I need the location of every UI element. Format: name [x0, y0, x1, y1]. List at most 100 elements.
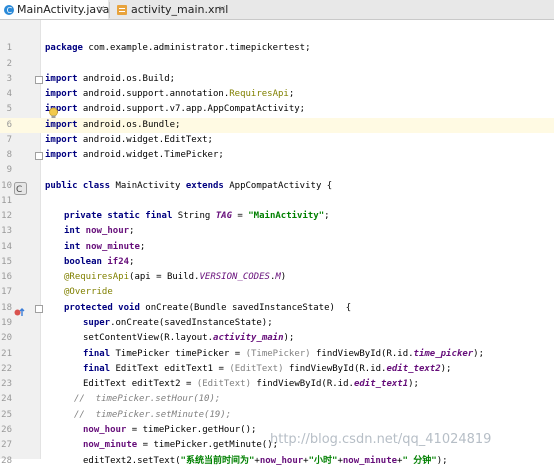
tab-label: activity_main.xml [131, 3, 229, 16]
close-tab-icon[interactable]: × [97, 0, 105, 19]
type-cast: (EditText) [229, 364, 284, 374]
code-line: 11 [0, 194, 554, 209]
line-number: 15 [1, 257, 12, 267]
annotation: @Override [64, 287, 113, 297]
code-text: String [172, 211, 216, 221]
line-number: 7 [6, 135, 12, 145]
fold-marker-icon[interactable] [35, 152, 43, 160]
tab-main-activity-java[interactable]: C MainActivity.java × [0, 0, 110, 19]
code-text: ); [473, 349, 484, 359]
code-line: 28 editText2.setText("系统当前时间为"+now_hour+… [0, 454, 554, 469]
line-number: 22 [1, 364, 12, 374]
code-text: findViewById(R.id. [283, 364, 387, 374]
line-number: 24 [1, 394, 12, 404]
fold-marker-icon[interactable] [35, 76, 43, 84]
code-text: ; [129, 226, 135, 236]
keyword: import [45, 74, 78, 84]
svg-text:C: C [7, 6, 13, 15]
line-number: 21 [1, 349, 12, 359]
code-text: EditText editText1 = [110, 364, 230, 374]
line-number: 23 [1, 379, 12, 389]
code-text: ; [139, 242, 146, 252]
keyword: package [45, 43, 83, 53]
constant-field: TAG [215, 211, 232, 221]
resource-id: edit_text1 [353, 379, 409, 389]
code-text: ); [283, 333, 295, 343]
code-text: .onCreate(savedInstanceState); [110, 318, 273, 328]
field-name: now_minute [80, 242, 140, 252]
keyword: private static final [64, 211, 173, 221]
code-text: ; [288, 89, 295, 99]
keyword: import [45, 135, 78, 145]
code-text: onCreate(Bundle savedInstanceState) { [139, 303, 352, 313]
field-name: now_hour [80, 226, 130, 236]
line-number: 11 [1, 196, 12, 206]
code-line: 21 final TimePicker timePicker = (TimePi… [0, 347, 554, 362]
code-line: 14 int now_minute; [0, 240, 554, 255]
code-text: ); [436, 456, 448, 466]
code-text: android.widget.EditText; [77, 135, 213, 145]
keyword: import [45, 120, 78, 130]
line-number: 17 [1, 287, 12, 297]
code-line: 15 boolean if24; [0, 255, 554, 270]
code-line: 20 setContentView(R.layout.activity_main… [0, 331, 554, 346]
code-text: = [232, 211, 249, 221]
line-number: 8 [6, 150, 12, 160]
tab-label: MainActivity.java [17, 3, 110, 16]
line-number: 12 [1, 211, 12, 221]
keyword: int [64, 242, 81, 252]
comment: // timePicker.setHour(10); [74, 394, 221, 404]
fold-marker-icon[interactable] [35, 305, 43, 313]
editor-tab-bar: C MainActivity.java × activity_main.xml … [0, 0, 554, 20]
code-text: com.example.administrator.timepickertest… [82, 43, 311, 53]
code-text: setContentView(R.layout. [83, 333, 214, 343]
code-line: 9 [0, 163, 554, 178]
line-number: 16 [1, 272, 12, 282]
code-text: android.support.annotation. [77, 89, 230, 99]
code-text: android.support.v7.app.AppCompatActivity… [77, 104, 306, 114]
close-tab-icon[interactable]: × [218, 0, 226, 19]
code-text: findViewById(R.id. [310, 349, 414, 359]
line-number: 5 [6, 104, 12, 114]
keyword: public class [45, 181, 111, 191]
code-text: = timePicker.getHour(); [126, 425, 257, 435]
code-text: findViewById(R.id. [250, 379, 354, 389]
java-class-icon: C [3, 3, 15, 15]
resource-id: edit_text2 [386, 364, 441, 374]
string-literal: " 分钟" [402, 456, 437, 466]
code-text: ) [280, 272, 287, 282]
line-number: 3 [6, 74, 12, 84]
field-name: now_hour [83, 425, 127, 435]
keyword: final [83, 364, 111, 374]
keyword: super [83, 318, 111, 328]
string-literal: "系统当前时间为" [180, 456, 255, 466]
code-line-current: 6 import android.os.Bundle; [0, 118, 554, 133]
comment: // timePicker.setMinute(19); [74, 410, 232, 420]
tab-separator [109, 2, 110, 18]
keyword: extends [185, 181, 224, 191]
line-number: 18 [1, 303, 12, 313]
tab-activity-main-xml[interactable]: activity_main.xml × [112, 0, 230, 19]
code-editor[interactable]: 1 package com.example.administrator.time… [0, 20, 554, 466]
code-line: 7 import android.widget.EditText; [0, 133, 554, 148]
line-number: 9 [6, 165, 12, 175]
line-number: 1 [6, 43, 12, 53]
code-line: 25 // timePicker.setMinute(19); [0, 408, 554, 423]
code-line: 3 import android.os.Build; [0, 72, 554, 87]
line-number: 20 [1, 333, 12, 343]
field-name: now_minute [342, 456, 398, 466]
line-number: 2 [6, 59, 12, 69]
line-number: 19 [1, 318, 12, 328]
static-field: VERSION_CODES [199, 272, 270, 282]
code-line: 13 int now_hour; [0, 224, 554, 239]
string-literal: "MainActivity" [248, 211, 325, 221]
line-number: 14 [1, 242, 12, 252]
code-line: 10 C public class MainActivity extends A… [0, 179, 554, 195]
type-cast: (TimePicker) [245, 349, 311, 359]
code-line: 23 EditText editText2 = (EditText) findV… [0, 377, 554, 392]
keyword: final [83, 349, 111, 359]
code-text: ); [408, 379, 419, 389]
line-number: 4 [6, 89, 12, 99]
code-text: ; [324, 211, 330, 221]
code-text: (api = Build. [129, 272, 200, 282]
